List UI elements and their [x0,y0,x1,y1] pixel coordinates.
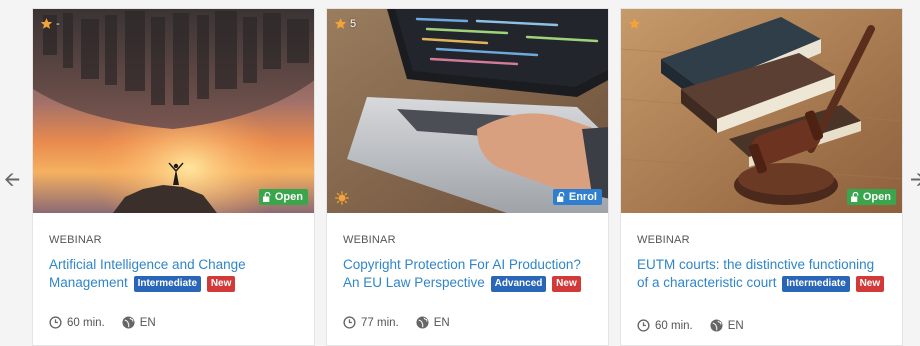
level-badge: Advanced [490,276,547,292]
course-thumbnail[interactable]: 5 Enrol [327,9,608,213]
course-card[interactable]: - Open WEBINAR Artificial Intelligence a… [32,8,315,346]
duration: 77 min. [361,316,399,329]
access-label: Open [274,191,303,203]
language: EN [139,316,156,329]
course-card[interactable]: Open WEBINAR EUTM courts: the distinctiv… [620,8,903,346]
access-badge-enrol[interactable]: Enrol [552,189,602,205]
course-image-laptop [327,9,608,213]
course-title-link[interactable]: Artificial Intelligence and Change Manag… [49,256,298,292]
unlock-icon [850,192,859,202]
language: EN [433,316,450,329]
course-title-text[interactable]: Copyright Protection For AI Production? … [343,257,581,290]
access-badge-open[interactable]: Open [846,189,896,205]
course-type: WEBINAR [49,234,102,246]
rating [628,17,644,30]
carousel-next-arrow-icon[interactable]: 🡪 [910,170,920,190]
course-title-link[interactable]: EUTM courts: the distinctive functioning… [637,256,886,292]
carousel-prev-arrow-icon[interactable]: 🡨 [4,170,20,190]
rating: 5 [334,17,356,30]
course-thumbnail[interactable]: - Open [33,9,314,213]
course-meta: 60 min. EN [637,319,744,332]
language: EN [727,319,744,332]
course-meta: 60 min. EN [49,316,156,329]
access-badge-open[interactable]: Open [258,189,308,205]
duration: 60 min. [67,316,105,329]
rating-value: - [56,17,60,30]
rating: - [40,17,60,30]
star-icon [40,18,53,29]
course-title-link[interactable]: Copyright Protection For AI Production? … [343,256,592,292]
clock-icon [637,319,650,332]
unlock-icon [556,192,565,202]
star-icon [334,18,347,29]
new-badge: New [206,276,236,292]
course-type: WEBINAR [343,234,396,246]
duration: 60 min. [655,319,693,332]
course-image-gavel [621,9,902,213]
course-thumbnail[interactable]: Open [621,9,902,213]
unlock-icon [262,192,271,202]
globe-icon [122,316,135,329]
rating-value: 5 [350,17,357,30]
course-meta: 77 min. EN [343,316,450,329]
level-badge: Intermediate [133,276,202,292]
course-image-ai [33,9,314,213]
sun-icon [335,191,349,205]
new-badge: New [552,276,581,292]
course-type: WEBINAR [637,234,690,246]
new-badge: New [855,276,885,292]
level-badge: Intermediate [782,276,850,292]
star-icon [628,18,641,29]
access-label: Enrol [568,191,597,203]
access-label: Open [862,191,891,203]
clock-icon [343,316,356,329]
clock-icon [49,316,62,329]
globe-icon [416,316,429,329]
course-card[interactable]: 5 Enrol WEBINAR Copyright Protection For… [326,8,609,346]
globe-icon [710,319,723,332]
